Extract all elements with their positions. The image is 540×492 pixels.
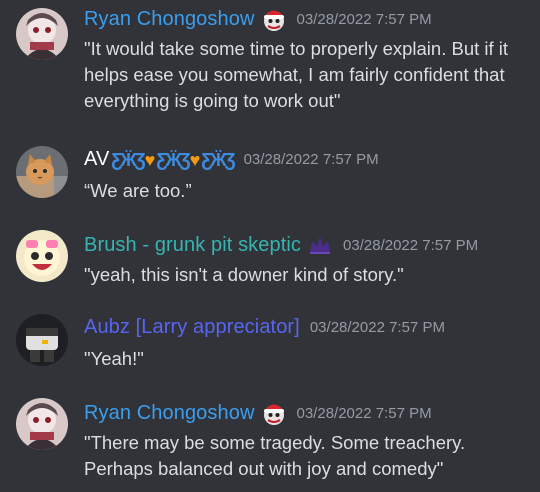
butterfly-heart-icons: ƸӜƷ ♥ ƸӜƷ ♥ ƸӜƷ <box>111 149 235 170</box>
avatar-cat-icon <box>16 146 68 198</box>
avatar-brush-icon <box>16 230 68 282</box>
message-text: "There may be some tragedy. Some treache… <box>84 432 466 479</box>
clown-santa-icon <box>261 400 287 426</box>
butterfly-icon: ƸӜƷ <box>156 149 190 170</box>
message-text: “We are too.” <box>84 180 192 201</box>
message-text: "It would take some time to properly exp… <box>84 38 509 111</box>
timestamp: 03/28/2022 7:57 PM <box>243 151 379 168</box>
clown-santa-icon <box>261 6 287 32</box>
avatar-ryan-icon <box>16 8 68 60</box>
timestamp: 03/28/2022 7:57 PM <box>296 10 432 28</box>
timestamp: 03/28/2022 7:57 PM <box>343 236 479 254</box>
avatar-ryan-icon <box>16 398 68 450</box>
avatar-aubz-icon <box>16 314 68 366</box>
username[interactable]: AV <box>84 148 109 171</box>
heart-icon: ♥ <box>144 149 156 170</box>
heart-icon: ♥ <box>189 149 201 170</box>
message-text: "yeah, this isn't a downer kind of story… <box>84 264 404 285</box>
avatar[interactable] <box>16 398 68 450</box>
butterfly-icon: ƸӜƷ <box>201 149 235 170</box>
avatar[interactable] <box>16 230 68 282</box>
butterfly-icon: ƸӜƷ <box>111 149 145 170</box>
message-text: "Yeah!" <box>84 348 144 369</box>
avatar[interactable] <box>16 314 68 366</box>
purple-crown-icon <box>307 232 333 258</box>
timestamp: 03/28/2022 7:57 PM <box>296 404 432 422</box>
username[interactable]: Brush - grunk pit skeptic <box>84 234 301 257</box>
timestamp: 03/28/2022 7:57 PM <box>309 319 445 336</box>
avatar[interactable] <box>16 146 68 198</box>
username[interactable]: Aubz [Larry appreciator] <box>84 316 300 339</box>
avatar[interactable] <box>16 8 68 60</box>
username[interactable]: Ryan Chongoshow <box>84 8 255 31</box>
username[interactable]: Ryan Chongoshow <box>84 402 255 425</box>
